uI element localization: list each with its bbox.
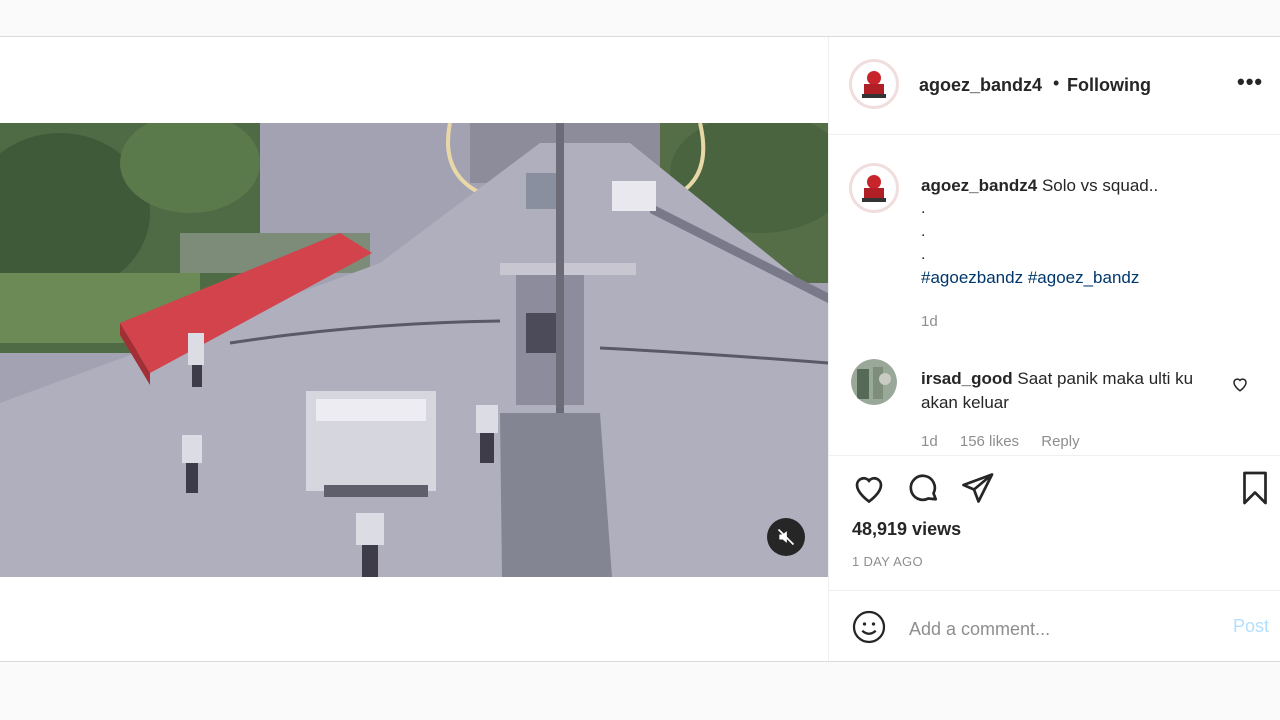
commenter-avatar[interactable] [851, 359, 897, 405]
comment-meta: 1d 156 likes Reply [921, 433, 1098, 450]
caption-age[interactable]: 1d [921, 313, 938, 330]
post-side-panel: agoez_bandz4 • Following ••• agoez_bandz… [829, 37, 1280, 661]
post-header: agoez_bandz4 • Following ••• [829, 37, 1280, 135]
post-comment-button[interactable]: Post [1233, 616, 1269, 637]
comment-bubble-icon [909, 474, 938, 502]
comment-like-button[interactable] [1231, 375, 1249, 398]
emoji-button[interactable] [851, 609, 887, 650]
comment-username[interactable]: irsad_good [921, 369, 1013, 388]
media-area [0, 37, 829, 661]
heart-icon [855, 476, 883, 504]
comment-age[interactable]: 1d [921, 433, 938, 450]
caption: agoez_bandz4 Solo vs squad.. [921, 174, 1251, 198]
following-button[interactable]: Following [1067, 75, 1151, 96]
hashtag-link[interactable]: #agoez_bandz [1028, 268, 1140, 287]
caption-hashtags: #agoezbandz #agoez_bandz [921, 268, 1139, 288]
heart-icon [1233, 378, 1247, 392]
author-avatar[interactable] [849, 59, 899, 109]
avatar-image [851, 359, 897, 405]
emoji-icon [852, 610, 886, 644]
video-player[interactable] [0, 123, 828, 577]
comment-button[interactable] [905, 470, 941, 511]
caption-text: Solo vs squad.. [1041, 176, 1159, 195]
avatar-image [854, 64, 894, 104]
paper-plane-icon [962, 473, 994, 503]
like-button[interactable] [851, 470, 887, 511]
share-button[interactable] [959, 470, 995, 511]
post-time: 1 DAY AGO [852, 554, 923, 569]
view-count[interactable]: 48,919 views [852, 519, 961, 540]
caption-dot: . [921, 246, 926, 263]
caption-avatar[interactable] [849, 163, 899, 213]
caption-dots: . . . [921, 197, 925, 266]
caption-dot: . [921, 223, 926, 240]
bookmark-icon [1243, 471, 1267, 505]
comment-reply-button[interactable]: Reply [1041, 433, 1079, 450]
hashtag-link[interactable]: #agoezbandz [921, 268, 1023, 287]
add-comment-bar: Post [829, 590, 1280, 662]
save-button[interactable] [1237, 470, 1273, 511]
caption-dot: . [921, 200, 926, 217]
comment: irsad_good Saat panik maka ulti ku akan … [921, 367, 1221, 415]
more-options-button[interactable]: ••• [1237, 71, 1263, 93]
post-actions [829, 455, 1280, 456]
avatar-image [854, 168, 894, 208]
video-frame [0, 123, 828, 577]
comment-likes[interactable]: 156 likes [960, 433, 1019, 450]
author-username[interactable]: agoez_bandz4 [919, 75, 1042, 96]
caption-username[interactable]: agoez_bandz4 [921, 176, 1037, 195]
mute-toggle-button[interactable] [767, 518, 805, 556]
post-frame: agoez_bandz4 • Following ••• agoez_bandz… [0, 36, 1280, 662]
speaker-muted-icon [777, 528, 795, 546]
comment-input[interactable] [907, 615, 1211, 643]
separator-dot: • [1053, 73, 1060, 93]
